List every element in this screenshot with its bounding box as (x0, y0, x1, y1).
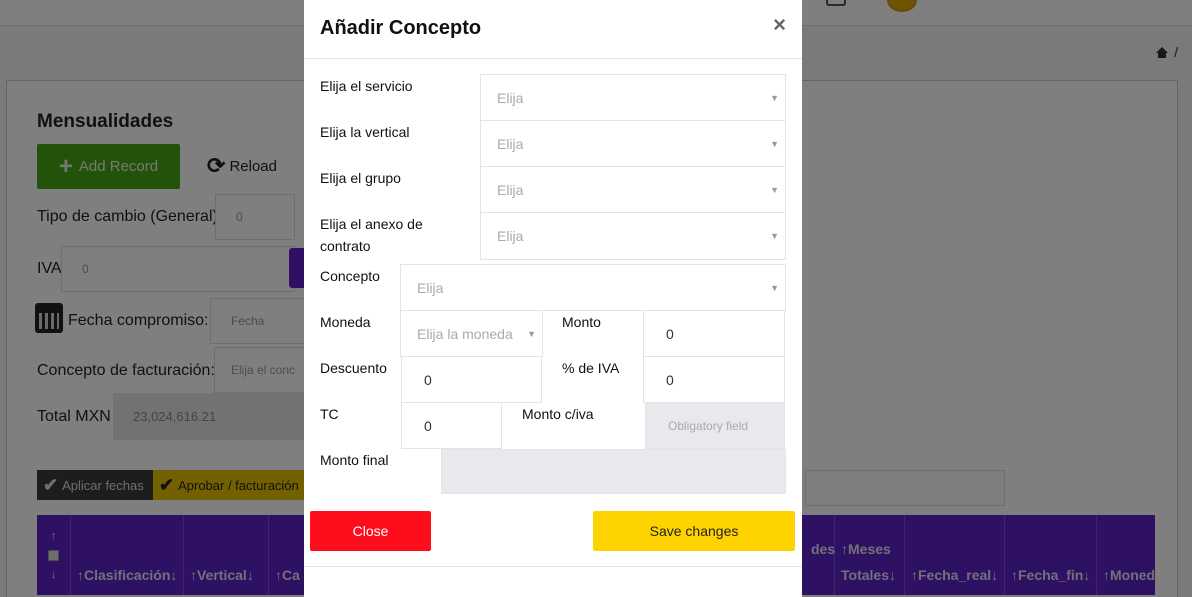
monto-civa-label: Monto c/iva (522, 406, 594, 422)
iva-percent-input[interactable]: 0 (643, 356, 785, 403)
dropdown-arrow-icon: ▼ (770, 92, 779, 103)
modal-header: Añadir Concepto × (304, 0, 802, 59)
dropdown-arrow-icon: ▼ (770, 282, 779, 293)
vertical-label: Elija la vertical (320, 124, 410, 140)
dropdown-arrow-icon: ▼ (770, 138, 779, 149)
add-concept-modal: Añadir Concepto × Elija el servicio Elij… (304, 0, 802, 597)
moneda-label: Moneda (320, 314, 371, 330)
dropdown-arrow-icon: ▼ (770, 231, 779, 241)
concepto-select[interactable]: Elija ▼ (400, 264, 786, 311)
anexo-select[interactable]: Elija ▼ (480, 212, 786, 260)
monto-civa-input[interactable]: Obligatory field (645, 402, 785, 449)
monto-input[interactable]: 0 (643, 310, 785, 357)
grupo-select-value: Elija (497, 181, 524, 198)
concepto-label: Concepto (320, 268, 380, 284)
servicio-select[interactable]: Elija ▼ (480, 74, 786, 121)
moneda-select[interactable]: Elija la moneda ▼ (400, 310, 543, 357)
modal-footer-divider (304, 566, 802, 567)
descuento-label: Descuento (320, 360, 387, 376)
iva-percent-label: % de IVA (562, 360, 620, 376)
descuento-input[interactable]: 0 (401, 356, 542, 403)
close-icon[interactable]: × (773, 12, 786, 38)
anexo-label-line2: contrato (320, 238, 371, 254)
anexo-label: Elija el anexo de contrato (320, 213, 423, 257)
tc-label: TC (320, 406, 339, 422)
save-changes-button[interactable]: Save changes (593, 511, 795, 551)
concepto-select-value: Elija (417, 279, 444, 296)
anexo-label-line1: Elija el anexo de (320, 216, 423, 232)
monto-final-input[interactable] (441, 449, 786, 494)
modal-title: Añadir Concepto (320, 17, 482, 39)
close-button[interactable]: Close (310, 511, 431, 551)
servicio-label: Elija el servicio (320, 78, 413, 94)
vertical-select-value: Elija (497, 135, 524, 152)
monto-label: Monto (562, 314, 601, 330)
dropdown-arrow-icon: ▼ (527, 328, 536, 339)
moneda-select-value: Elija la moneda (417, 325, 513, 342)
monto-final-label: Monto final (320, 452, 389, 468)
vertical-select[interactable]: Elija ▼ (480, 120, 786, 167)
anexo-select-value: Elija (497, 228, 524, 244)
grupo-select[interactable]: Elija ▼ (480, 166, 786, 213)
grupo-label: Elija el grupo (320, 170, 401, 186)
servicio-select-value: Elija (497, 89, 524, 106)
dropdown-arrow-icon: ▼ (770, 184, 779, 195)
tc-input[interactable]: 0 (401, 402, 502, 449)
